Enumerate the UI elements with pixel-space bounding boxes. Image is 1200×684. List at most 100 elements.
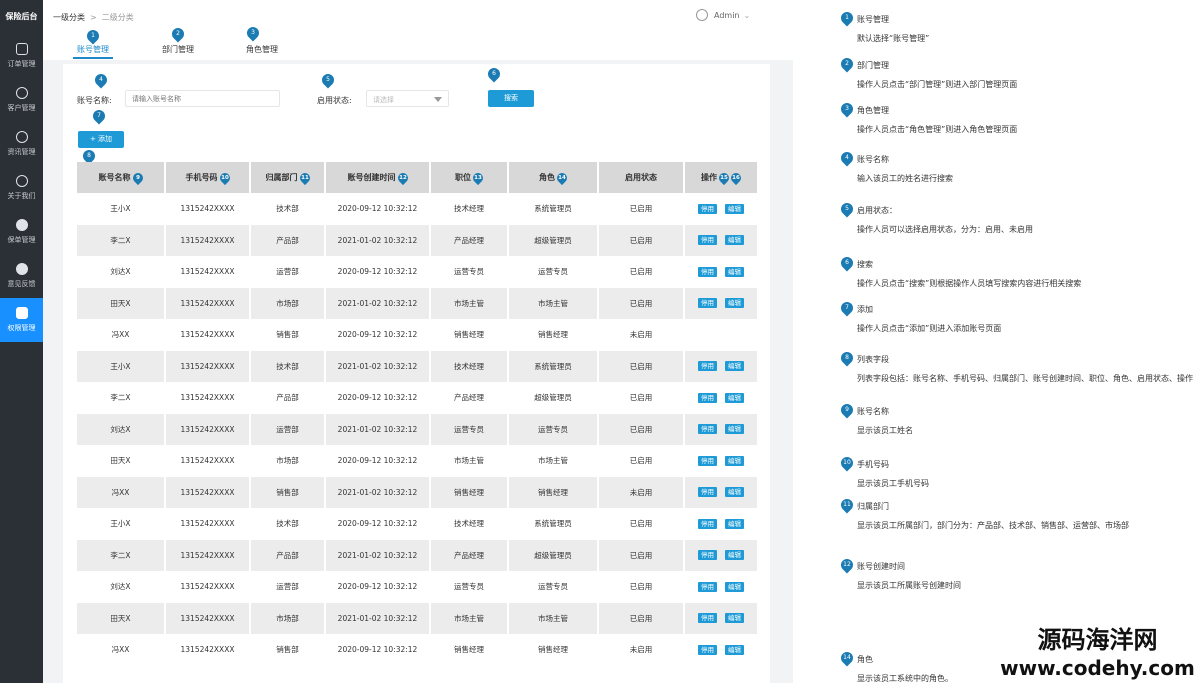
tab-role-management[interactable]: 角色管理: [246, 44, 278, 55]
edit-button[interactable]: 编辑: [725, 361, 744, 372]
cell-phone: 1315242XXXX: [165, 193, 251, 225]
document-icon: [15, 43, 28, 55]
cell-created: 2021-01-02 10:32:12: [325, 602, 431, 634]
user-name: Admin: [714, 10, 740, 20]
sidebar-item-label: 订单管理: [7, 60, 36, 68]
cell-actions: 停用 编辑: [684, 193, 759, 225]
cell-name: 冯XX: [77, 476, 166, 508]
edit-button[interactable]: 编辑: [725, 203, 744, 214]
disable-button[interactable]: 停用: [698, 613, 717, 624]
cell-role: 市场主管: [508, 287, 599, 319]
note-description: 操作人员点击“角色管理”则进入角色管理页面: [857, 125, 1018, 134]
sidebar-item[interactable]: 关于我们: [0, 166, 43, 210]
cell-status: 已启用: [598, 382, 685, 414]
disable-button[interactable]: 停用: [698, 518, 717, 529]
cell-status: 未启用: [598, 476, 685, 508]
edit-button[interactable]: 编辑: [725, 455, 744, 466]
disable-button[interactable]: 停用: [698, 550, 717, 561]
sidebar-item[interactable]: 权限管理: [0, 298, 43, 342]
user-menu[interactable]: Admin ⌄: [696, 9, 750, 21]
disable-button[interactable]: 停用: [698, 581, 717, 592]
disable-button[interactable]: 停用: [698, 266, 717, 277]
edit-button[interactable]: 编辑: [725, 581, 744, 592]
table-row: 田天X 1315242XXXX 市场部 2021-01-02 10:32:12 市场主管…: [77, 602, 759, 634]
edit-button[interactable]: 编辑: [725, 518, 744, 529]
disable-button[interactable]: 停用: [698, 203, 717, 214]
cell-dept: 技术部: [250, 508, 326, 540]
tab-account-management[interactable]: 账号管理: [73, 44, 113, 59]
search-button[interactable]: 搜索: [488, 90, 534, 107]
cell-created: 2020-09-12 10:32:12: [325, 319, 431, 351]
note-description: 显示该员工姓名: [857, 426, 913, 435]
sidebar-item[interactable]: 保单管理: [0, 210, 43, 254]
disable-button[interactable]: 停用: [698, 424, 717, 435]
cell-actions: 停用 编辑: [684, 508, 759, 540]
note-title: 角色: [857, 655, 873, 664]
edit-button[interactable]: 编辑: [725, 298, 744, 309]
note-description: 操作人员可以选择启用状态，分为：启用、未启用: [857, 225, 1033, 234]
policy-icon: [15, 219, 28, 231]
disable-button[interactable]: 停用: [698, 644, 717, 655]
caret-down-icon: [434, 97, 442, 102]
breadcrumb-level1[interactable]: 一级分类: [53, 13, 85, 22]
cell-dept: 产品部: [250, 539, 326, 571]
cell-created: 2020-09-12 10:32:12: [325, 382, 431, 414]
marker-pin-icon: 8: [838, 349, 856, 367]
column-header-label: 账号创建时间: [347, 173, 396, 182]
disable-button[interactable]: 停用: [698, 298, 717, 309]
marker-pin-icon: 5: [319, 71, 337, 89]
note-description: 列表字段包括：账号名称、手机号码、归属部门、账号创建时间、职位、角色、启用状态、…: [857, 374, 1193, 383]
cell-actions: 停用 编辑: [684, 382, 759, 414]
table-row: 李二X 1315242XXXX 产品部 2021-01-02 10:32:12 产品经理…: [77, 539, 759, 571]
disable-button[interactable]: 停用: [698, 487, 717, 498]
note-description: 显示该员工所属部门，部门分为：产品部、技术部、销售部、运营部、市场部: [857, 521, 1129, 530]
cell-created: 2021-01-02 10:32:12: [325, 413, 431, 445]
edit-button[interactable]: 编辑: [725, 644, 744, 655]
sidebar-item[interactable]: 客户管理: [0, 78, 43, 122]
cell-phone: 1315242XXXX: [165, 224, 251, 256]
sidebar-item[interactable]: 订单管理: [0, 34, 43, 78]
account-table: 账号名称 9 手机号码 10 归属部门 11 账号创建时间 12 职位 13 角色 14 启用状态 操作 1…: [77, 162, 759, 666]
add-button[interactable]: + 添加: [78, 131, 124, 148]
marker-pin-icon: 6: [838, 254, 856, 272]
disable-button[interactable]: 停用: [698, 455, 717, 466]
marker-pin-icon: 1: [84, 27, 102, 45]
edit-button[interactable]: 编辑: [725, 424, 744, 435]
cell-name: 李二X: [77, 539, 166, 571]
column-header: 职位 13: [430, 162, 509, 193]
plus-icon: +: [89, 135, 99, 143]
cell-created: 2020-09-12 10:32:12: [325, 193, 431, 225]
edit-button[interactable]: 编辑: [725, 235, 744, 246]
cell-phone: 1315242XXXX: [165, 256, 251, 288]
disable-button[interactable]: 停用: [698, 361, 717, 372]
note-title: 添加: [857, 305, 873, 314]
sidebar-item[interactable]: 意见反馈: [0, 254, 43, 298]
note-description: 显示该员工所属账号创建时间: [857, 581, 961, 590]
edit-button[interactable]: 编辑: [725, 613, 744, 624]
cell-phone: 1315242XXXX: [165, 571, 251, 603]
disable-button[interactable]: 停用: [698, 392, 717, 403]
account-name-input[interactable]: [125, 90, 280, 107]
edit-button[interactable]: 编辑: [725, 487, 744, 498]
cell-dept: 产品部: [250, 224, 326, 256]
cell-position: 技术经理: [430, 508, 509, 540]
column-header: 账号创建时间 12: [325, 162, 431, 193]
tab-department-management[interactable]: 部门管理: [162, 44, 194, 55]
breadcrumb: 一级分类 > 二级分类: [53, 12, 134, 23]
cell-status: 未启用: [598, 634, 685, 666]
disable-button[interactable]: 停用: [698, 235, 717, 246]
cell-role: 销售经理: [508, 319, 599, 351]
cell-created: 2021-01-02 10:32:12: [325, 539, 431, 571]
table-header-row: 账号名称 9 手机号码 10 归属部门 11 账号创建时间 12 职位 13 角色 14 启用状态 操作 1…: [77, 162, 759, 193]
column-header-label: 操作: [701, 173, 717, 182]
edit-button[interactable]: 编辑: [725, 392, 744, 403]
edit-button[interactable]: 编辑: [725, 550, 744, 561]
status-select[interactable]: 请选择: [366, 90, 449, 107]
app-brand: 保险后台: [5, 12, 38, 21]
edit-button[interactable]: 编辑: [725, 266, 744, 277]
cell-dept: 运营部: [250, 413, 326, 445]
marker-pin-icon: 11: [838, 496, 856, 514]
sidebar-item[interactable]: 资讯管理: [0, 122, 43, 166]
sidebar-item-label: 客户管理: [7, 104, 36, 112]
cell-phone: 1315242XXXX: [165, 476, 251, 508]
